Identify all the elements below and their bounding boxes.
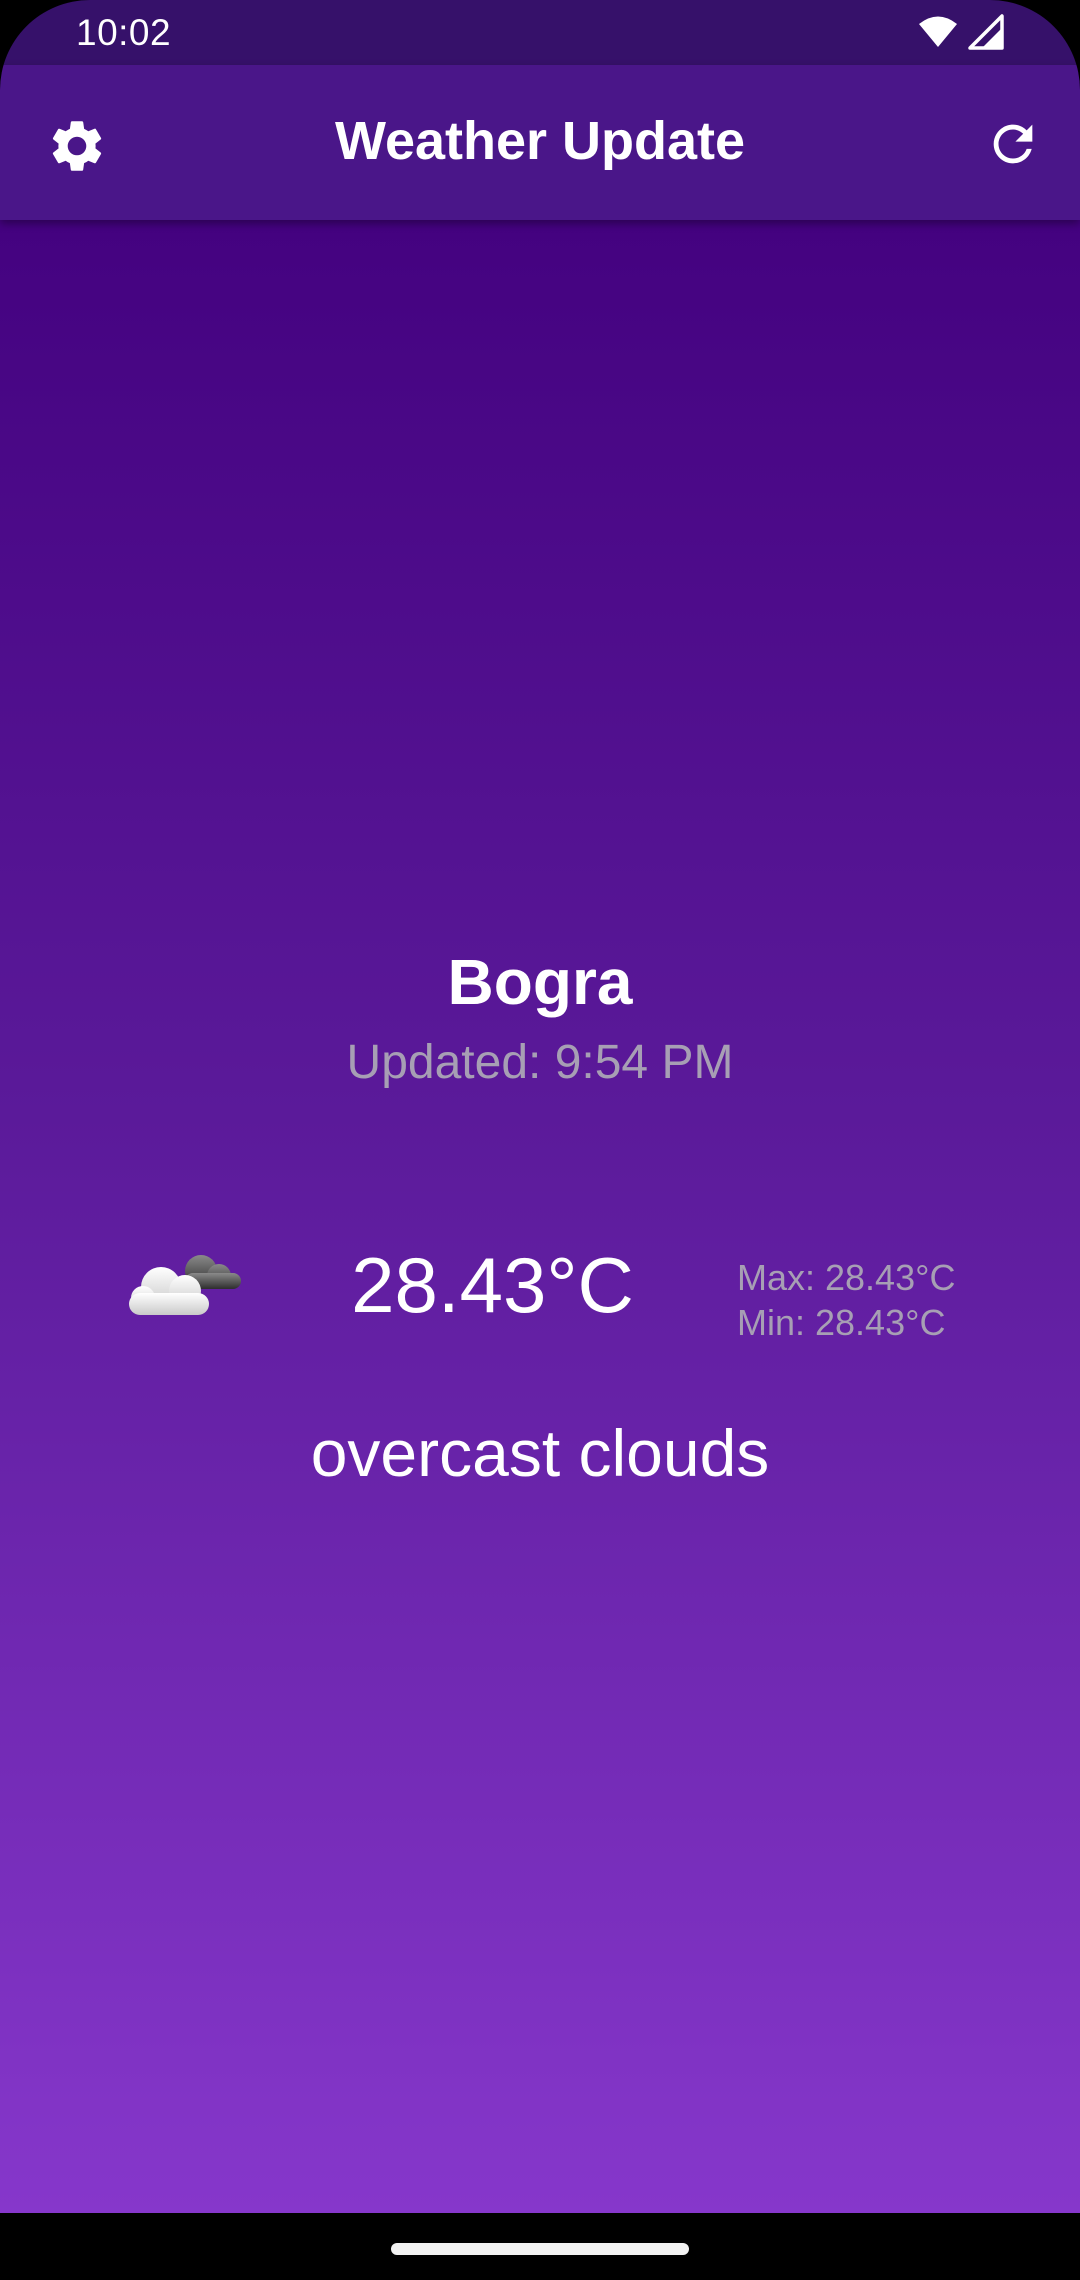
refresh-button[interactable] [984,115,1042,173]
home-gesture-handle[interactable] [391,2243,689,2255]
min-temperature: Min: 28.43°C [737,1302,946,1343]
refresh-icon [993,124,1033,164]
app-bar: Weather Update [0,65,1080,220]
status-time: 10:02 [76,12,172,53]
status-bar: 10:02 [0,0,1080,65]
status-icons [918,14,1004,50]
current-temperature: 28.43°C [351,1241,634,1329]
max-temperature: Max: 28.43°C [737,1257,956,1298]
last-updated: Updated: 9:54 PM [346,1036,734,1089]
overcast-clouds-icon [129,1255,241,1315]
weather-description: overcast clouds [310,1416,770,1490]
wifi-icon [919,16,957,47]
navigation-bar [0,2213,1080,2280]
city-name: Bogra [447,946,633,1018]
app-title: Weather Update [334,111,746,171]
cell-signal-icon [968,14,1004,50]
phone-screen: 10:02 Weather Update Bogra Updated: 9:54… [0,0,1080,2280]
temperature-range: Max: 28.43°C Min: 28.43°C [737,1255,956,1345]
weather-content: Bogra Updated: 9:54 PM 28.43°C Max: 28.4… [0,220,1080,2213]
